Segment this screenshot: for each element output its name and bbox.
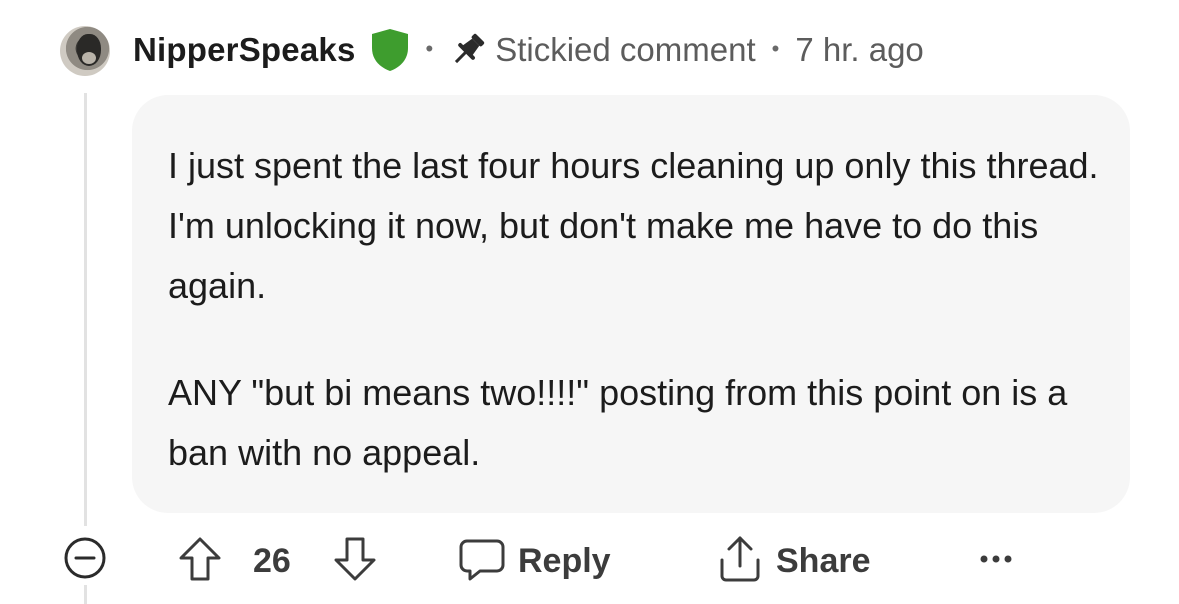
speech-bubble-icon bbox=[458, 535, 506, 588]
author-avatar[interactable] bbox=[60, 26, 110, 76]
arrow-down-icon bbox=[330, 534, 380, 589]
comment-actions: 26 Reply Share bbox=[0, 536, 1179, 586]
pin-icon bbox=[449, 31, 487, 69]
comment-paragraph: ANY "but bi means two!!!!" posting from … bbox=[168, 372, 1068, 473]
more-options-button[interactable] bbox=[978, 536, 1014, 586]
downvote-button[interactable] bbox=[330, 536, 380, 586]
avatar-dog-muzzle bbox=[82, 52, 96, 64]
comment-paragraph: I just spent the last four hours cleanin… bbox=[168, 145, 1099, 306]
separator-dot: • bbox=[771, 36, 780, 61]
upvote-button[interactable] bbox=[175, 536, 225, 586]
thread-line[interactable] bbox=[84, 93, 87, 526]
vote-score: 26 bbox=[253, 541, 291, 580]
ellipsis-icon bbox=[978, 549, 1014, 574]
share-label: Share bbox=[776, 541, 871, 580]
share-button[interactable]: Share bbox=[716, 536, 871, 586]
reply-label: Reply bbox=[518, 541, 611, 580]
comment-header: NipperSpeaks • Stickied comment • 7 hr. … bbox=[133, 28, 924, 72]
shield-icon bbox=[370, 28, 410, 72]
thread-line-lower[interactable] bbox=[84, 585, 87, 604]
author-username[interactable]: NipperSpeaks bbox=[133, 31, 356, 69]
separator-dot: • bbox=[425, 36, 434, 61]
arrow-up-icon bbox=[175, 534, 225, 589]
share-icon bbox=[716, 534, 764, 589]
comment-body: I just spent the last four hours cleanin… bbox=[168, 136, 1108, 483]
reply-button[interactable]: Reply bbox=[458, 536, 611, 586]
stickied-label: Stickied comment bbox=[495, 31, 756, 68]
comment-timestamp[interactable]: 7 hr. ago bbox=[795, 31, 923, 69]
